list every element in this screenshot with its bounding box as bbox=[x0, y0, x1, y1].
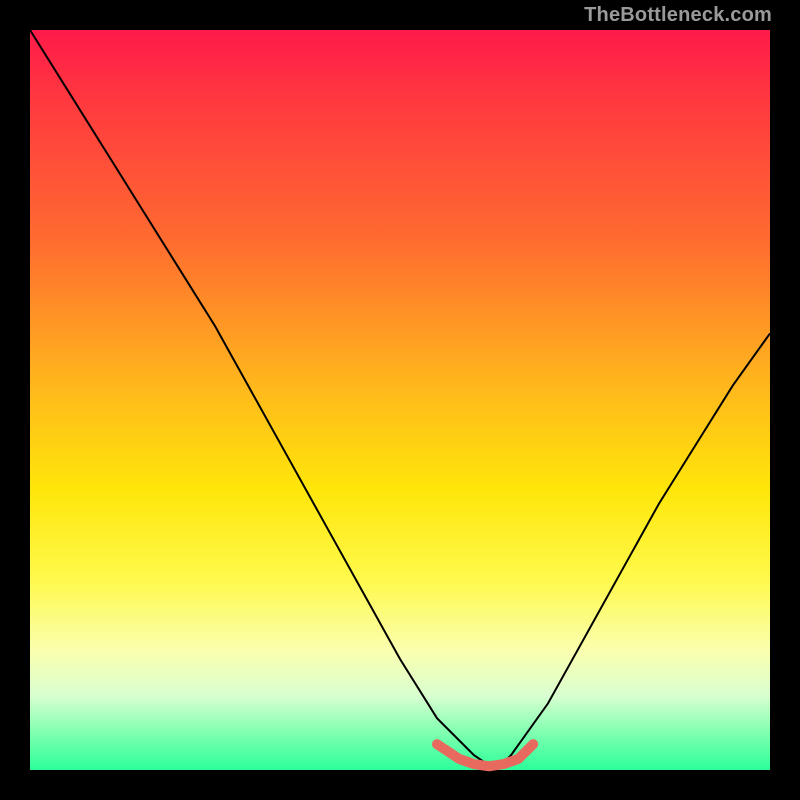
chart-frame: TheBottleneck.com bbox=[0, 0, 800, 800]
chart-svg bbox=[30, 30, 770, 770]
bottleneck-curve bbox=[30, 30, 770, 770]
optimal-zone-highlight bbox=[437, 744, 533, 766]
plot-area bbox=[30, 30, 770, 770]
watermark-text: TheBottleneck.com bbox=[584, 4, 772, 27]
